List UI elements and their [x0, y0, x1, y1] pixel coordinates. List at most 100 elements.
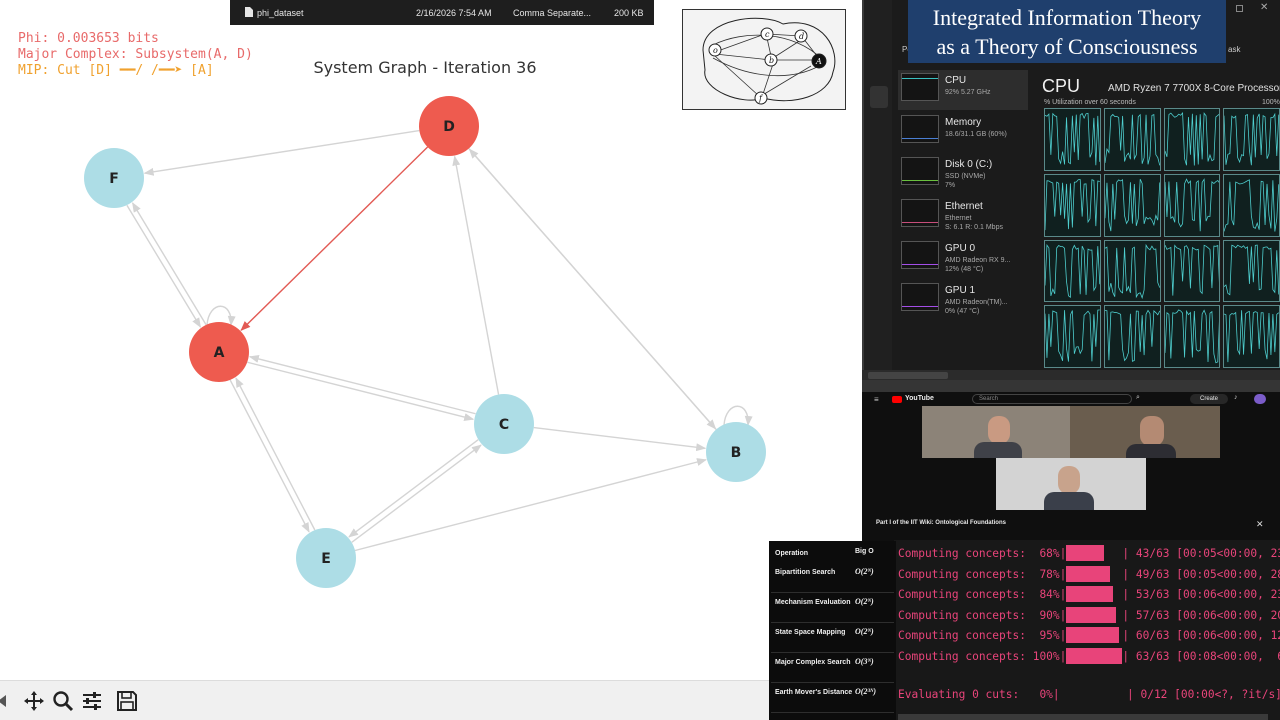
thumbnail-node-label: o: [713, 46, 718, 55]
progress-label: Computing concepts: 90%|: [898, 608, 1067, 622]
resource-name: GPU 0: [945, 243, 976, 254]
cpu-core-graph: [1223, 173, 1280, 237]
search-icon[interactable]: ⌕: [1136, 394, 1140, 402]
row-divider: [771, 622, 894, 623]
cpu-core-graph: [1044, 108, 1101, 171]
node-label-a: A: [214, 345, 225, 361]
banner-line-1: Integrated Information Theory: [932, 5, 1202, 30]
node-c: C: [474, 394, 534, 454]
progress-bar: [1066, 545, 1105, 561]
progress-label: Computing concepts: 95%|: [898, 629, 1067, 643]
edge-a-e: [229, 379, 310, 533]
progress-label: Computing concepts: 100%|: [898, 650, 1067, 663]
video-title[interactable]: Part I of the IIT Wiki: Ontological Foun…: [876, 520, 1006, 526]
zoom-icon[interactable]: [51, 689, 75, 713]
youtube-search-input[interactable]: Search: [972, 394, 1132, 404]
progress-stats: | 43/63 [00:05<00:00, 23.64it/s]: [1122, 547, 1280, 560]
node-a: A: [189, 322, 249, 382]
terminal-scrollbar[interactable]: [898, 714, 1268, 720]
progress-line: Computing concepts: 90%| | 57/63 [00:06<0…: [898, 606, 1280, 623]
progress-line: Computing concepts: 78%| | 49/63 [00:05<0…: [898, 565, 1280, 582]
resource-detail: 92% 5.27 GHz: [945, 89, 991, 96]
progress-line: Computing concepts: 84%| | 53/63 [00:06<0…: [898, 586, 1280, 603]
node-e: E: [296, 528, 356, 588]
video-participant-3: [996, 458, 1146, 510]
menu-icon[interactable]: ≡: [874, 395, 879, 404]
node-label-b: B: [731, 445, 742, 461]
resource-name: CPU: [945, 75, 967, 86]
cpu-core-graph: [1223, 239, 1280, 303]
major-complex-text: Major Complex: Subsystem(A, D): [18, 47, 253, 62]
create-button[interactable]: Create: [1190, 394, 1228, 404]
browser-tab[interactable]: [868, 372, 948, 379]
utilization-max: 100%: [1262, 99, 1280, 106]
edge-a-f: [131, 202, 207, 326]
youtube-logo-text[interactable]: YouTube: [905, 395, 934, 402]
resource-graph-thumb: [901, 73, 939, 101]
resource-item-gpu-1[interactable]: GPU 1 AMD Radeon(TM)... 0% (47 °C): [898, 280, 1028, 320]
complexity-big-o: O(2³ᴺ): [855, 687, 877, 696]
cpu-core-graph: [1044, 173, 1101, 237]
edge-c-a: [248, 355, 476, 415]
pan-icon[interactable]: [22, 689, 46, 713]
iit-diagram-thumbnail: oc d b Af: [682, 9, 846, 110]
edge-e-c: [351, 444, 482, 543]
resource-item-memory[interactable]: Memory 18.6/31.1 GB (60%): [898, 112, 1028, 152]
progress-label: Computing concepts: 68%|: [898, 547, 1067, 560]
file-date: 2/16/2026 7:54 AM: [416, 8, 492, 18]
complexity-operation: Major Complex Search: [775, 659, 851, 666]
task-manager-window: Pe ask ✕ Integrated Information Theory a…: [862, 0, 1280, 370]
browser-address-bar[interactable]: [862, 380, 1280, 392]
progress-stats: | 63/63 [00:08<00:00, 6.87it/s]: [1122, 650, 1280, 663]
complexity-big-o: O(3ᴺ): [855, 657, 874, 666]
notifications-icon[interactable]: ♪: [1234, 394, 1238, 401]
task-manager-sidebar: [864, 0, 892, 370]
resource-detail: SSD (NVMe) 7%: [945, 173, 986, 189]
configure-icon[interactable]: [80, 689, 104, 713]
progress-stats: | 53/63 [00:06<00:00, 23.44it/s]: [1122, 588, 1280, 602]
node-label-f: F: [109, 171, 119, 187]
tab-task-partial[interactable]: ask: [1228, 45, 1240, 54]
progress-label: Computing concepts: 84%|: [898, 588, 1067, 602]
cpu-core-graph: [1163, 108, 1221, 171]
resource-item-ethernet[interactable]: Ethernet Ethernet S: 6.1 R: 0.1 Mbps: [898, 196, 1028, 236]
complexity-operation: Mechanism Evaluation: [775, 599, 851, 606]
resource-item-cpu[interactable]: CPU 92% 5.27 GHz: [898, 70, 1028, 110]
close-video-icon[interactable]: ✕: [1256, 519, 1264, 530]
resource-name: Ethernet: [945, 201, 983, 212]
back-arrow-icon[interactable]: [0, 689, 12, 713]
file-type: Comma Separate...: [513, 8, 592, 18]
resource-item-disk-0-c[interactable]: Disk 0 (C:) SSD (NVMe) 7%: [898, 154, 1028, 194]
phi-value-text: Phi: 0.003653 bits: [18, 31, 159, 46]
resource-graph-thumb: [901, 199, 939, 227]
complexity-big-o: O(2ᴺ): [855, 627, 874, 636]
complexity-operation: Bipartition Search: [775, 569, 836, 576]
thumbnail-node-label: d: [799, 32, 804, 41]
edge-e-a: [235, 377, 316, 531]
plot-title: System Graph - Iteration 36: [313, 58, 536, 77]
node-label-c: C: [499, 417, 509, 433]
progress-line: Computing concepts: 68%| | 43/63 [00:05<0…: [898, 545, 1280, 561]
resource-name: GPU 1: [945, 285, 976, 296]
iit-title-banner: Integrated Information Theory as a Theor…: [908, 0, 1226, 63]
progress-bar: [1066, 627, 1120, 644]
avatar[interactable]: [1254, 394, 1266, 404]
maximize-icon[interactable]: [1236, 5, 1243, 12]
browser-tab-bar: [862, 370, 1280, 380]
file-size: 200 KB: [614, 8, 644, 18]
close-icon[interactable]: ✕: [1260, 2, 1268, 13]
progress-bar: [1066, 648, 1123, 664]
banner-line-2: as a Theory of Consciousness: [936, 34, 1198, 59]
cpu-core-graph: [1223, 305, 1280, 368]
file-explorer-row[interactable]: phi_dataset 2/16/2026 7:54 AM Comma Sepa…: [230, 0, 654, 25]
complexity-table: Operation Big O Bipartition Search O(2ᴺ) M…: [769, 541, 896, 720]
edge-d-f: [143, 129, 420, 176]
performance-nav-icon[interactable]: [870, 86, 888, 108]
cpu-model: AMD Ryzen 7 7700X 8-Core Processor: [1108, 83, 1280, 94]
node-label-d: D: [443, 119, 455, 135]
thumbnail-node-label: b: [769, 56, 774, 65]
save-icon[interactable]: [115, 689, 139, 713]
row-divider: [771, 592, 894, 593]
resource-item-gpu-0[interactable]: GPU 0 AMD Radeon RX 9... 12% (48 °C): [898, 238, 1028, 278]
video-participant-2: [1070, 406, 1220, 458]
